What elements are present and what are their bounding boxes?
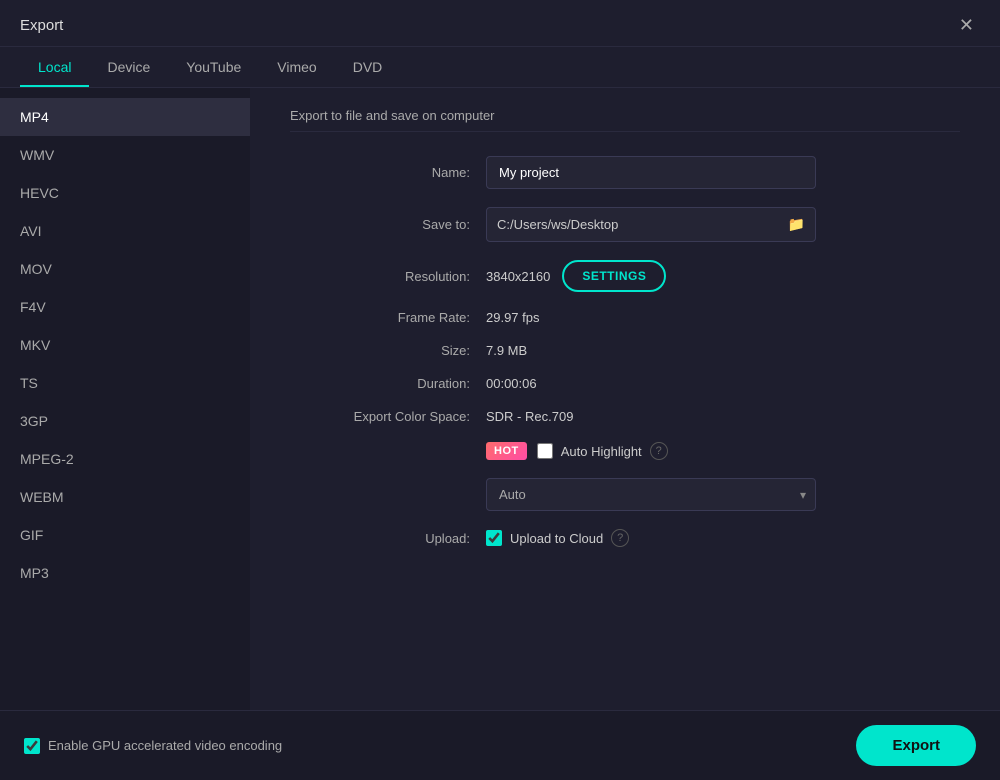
resolution-row: Resolution: 3840x2160 SETTINGS <box>290 260 960 292</box>
size-row: Size: 7.9 MB <box>290 343 960 358</box>
save-to-row: Save to: C:/Users/ws/Desktop 📁 <box>290 207 960 242</box>
frame-rate-row: Frame Rate: 29.97 fps <box>290 310 960 325</box>
save-to-path: C:/Users/ws/Desktop <box>497 217 780 232</box>
save-to-wrapper: C:/Users/ws/Desktop 📁 <box>486 207 816 242</box>
resolution-value-row: 3840x2160 SETTINGS <box>486 260 666 292</box>
frame-rate-label: Frame Rate: <box>290 310 470 325</box>
tab-local[interactable]: Local <box>20 47 89 87</box>
auto-highlight-checkbox[interactable] <box>537 443 553 459</box>
auto-dropdown-wrapper: Auto ▾ <box>486 478 816 511</box>
sidebar-item-gif[interactable]: GIF <box>0 516 250 554</box>
section-title: Export to file and save on computer <box>290 108 960 132</box>
upload-checkbox-row: Upload to Cloud ? <box>486 529 629 547</box>
main-content: MP4 WMV HEVC AVI MOV F4V MKV TS 3GP MPEG… <box>0 88 1000 710</box>
color-space-label: Export Color Space: <box>290 409 470 424</box>
sidebar-item-f4v[interactable]: F4V <box>0 288 250 326</box>
tab-youtube[interactable]: YouTube <box>168 47 259 87</box>
auto-highlight-content: HOT Auto Highlight ? <box>486 442 668 460</box>
sidebar-item-mkv[interactable]: MKV <box>0 326 250 364</box>
hot-badge: HOT <box>486 442 527 460</box>
format-sidebar: MP4 WMV HEVC AVI MOV F4V MKV TS 3GP MPEG… <box>0 88 250 710</box>
export-button[interactable]: Export <box>856 725 976 766</box>
title-bar: Export ✕ <box>0 0 1000 47</box>
gpu-row: Enable GPU accelerated video encoding <box>24 738 282 754</box>
export-dialog: Export ✕ Local Device YouTube Vimeo DVD … <box>0 0 1000 780</box>
upload-help-icon[interactable]: ? <box>611 529 629 547</box>
settings-button[interactable]: SETTINGS <box>562 260 666 292</box>
duration-label: Duration: <box>290 376 470 391</box>
auto-highlight-help-icon[interactable]: ? <box>650 442 668 460</box>
sidebar-item-ts[interactable]: TS <box>0 364 250 402</box>
name-input[interactable] <box>486 156 816 189</box>
resolution-label: Resolution: <box>290 269 470 284</box>
auto-highlight-label: Auto Highlight <box>561 444 642 459</box>
upload-cloud-checkbox[interactable] <box>486 530 502 546</box>
duration-value: 00:00:06 <box>486 376 537 391</box>
color-space-value: SDR - Rec.709 <box>486 409 573 424</box>
tab-vimeo[interactable]: Vimeo <box>259 47 334 87</box>
duration-row: Duration: 00:00:06 <box>290 376 960 391</box>
frame-rate-value: 29.97 fps <box>486 310 540 325</box>
sidebar-item-wmv[interactable]: WMV <box>0 136 250 174</box>
footer: Enable GPU accelerated video encoding Ex… <box>0 710 1000 780</box>
sidebar-item-webm[interactable]: WEBM <box>0 478 250 516</box>
color-space-row: Export Color Space: SDR - Rec.709 <box>290 409 960 424</box>
gpu-label: Enable GPU accelerated video encoding <box>48 738 282 753</box>
sidebar-item-avi[interactable]: AVI <box>0 212 250 250</box>
size-label: Size: <box>290 343 470 358</box>
export-settings-panel: Export to file and save on computer Name… <box>250 88 1000 710</box>
name-label: Name: <box>290 165 470 180</box>
tab-device[interactable]: Device <box>89 47 168 87</box>
dialog-title: Export <box>20 17 63 34</box>
sidebar-item-3gp[interactable]: 3GP <box>0 402 250 440</box>
auto-highlight-checkbox-row: Auto Highlight ? <box>537 442 668 460</box>
sidebar-item-mp3[interactable]: MP3 <box>0 554 250 592</box>
resolution-value: 3840x2160 <box>486 269 550 284</box>
size-value: 7.9 MB <box>486 343 527 358</box>
auto-highlight-row: HOT Auto Highlight ? <box>290 442 960 460</box>
gpu-checkbox[interactable] <box>24 738 40 754</box>
sidebar-item-hevc[interactable]: HEVC <box>0 174 250 212</box>
upload-to-cloud-label: Upload to Cloud <box>510 531 603 546</box>
tab-dvd[interactable]: DVD <box>335 47 401 87</box>
sidebar-item-mov[interactable]: MOV <box>0 250 250 288</box>
upload-label: Upload: <box>290 531 470 546</box>
upload-row: Upload: Upload to Cloud ? <box>290 529 960 547</box>
name-row: Name: <box>290 156 960 189</box>
auto-highlight-dropdown[interactable]: Auto <box>486 478 816 511</box>
close-button[interactable]: ✕ <box>953 14 980 36</box>
save-to-label: Save to: <box>290 217 470 232</box>
folder-icon[interactable]: 📁 <box>788 216 805 233</box>
sidebar-item-mp4[interactable]: MP4 <box>0 98 250 136</box>
sidebar-item-mpeg2[interactable]: MPEG-2 <box>0 440 250 478</box>
tab-bar: Local Device YouTube Vimeo DVD <box>0 47 1000 88</box>
